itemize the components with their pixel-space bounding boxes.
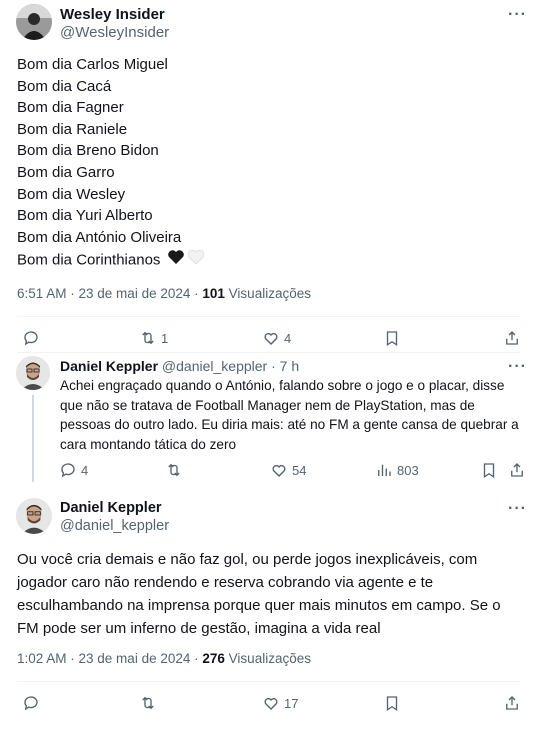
- heart-emoji-icon: [167, 248, 207, 273]
- tweet-line: FM pode ser um inferno de gestão, imagin…: [17, 620, 381, 637]
- tweet-line: Bom dia Carlos Miguel: [17, 56, 168, 73]
- retweet-icon: [142, 696, 154, 710]
- tweet-meta: 1:02 AM · 23 de mai de 2024 · 276 Visual…: [17, 651, 311, 666]
- share-icon: [506, 696, 518, 710]
- reply-icon: [24, 331, 38, 346]
- tweet-line: Bom dia Yuri Alberto: [17, 207, 153, 225]
- more-icon[interactable]: ···: [508, 501, 527, 517]
- bookmark-icon: [483, 463, 495, 479]
- share-button[interactable]: [508, 461, 526, 479]
- timestamp[interactable]: 6:51 AM · 23 de mai de 2024 ·: [17, 286, 202, 301]
- tweet-meta: 6:51 AM · 23 de mai de 2024 · 101 Visual…: [17, 286, 311, 301]
- retweet-button[interactable]: 1: [139, 329, 168, 347]
- reply-count: 4: [81, 462, 89, 478]
- reply-line: Achei engraçado quando o António, faland…: [60, 378, 505, 393]
- retweet-button[interactable]: [165, 461, 183, 479]
- retweet-button[interactable]: [139, 694, 157, 712]
- reply-button[interactable]: [22, 694, 40, 712]
- share-icon: [511, 463, 523, 477]
- tweet-line: Bom dia Breno Bidon: [17, 142, 159, 160]
- bookmark-button[interactable]: [383, 694, 401, 712]
- tweet-line: Bom dia Garro: [17, 163, 115, 181]
- reply-header: Daniel Keppler @daniel_keppler · 7 h: [60, 358, 299, 374]
- avatar-wesley-insider[interactable]: [16, 4, 52, 40]
- reply-icon: [24, 696, 38, 711]
- avatar-daniel-keppler[interactable]: [16, 498, 52, 534]
- like-icon: [264, 697, 278, 710]
- reply-icon: [61, 463, 75, 478]
- share-button[interactable]: [503, 329, 521, 347]
- like-count: 54: [292, 462, 307, 478]
- reply-line: pessoas do outro lado. Eu diria mais: at…: [60, 417, 519, 432]
- views-icon: [378, 464, 391, 476]
- reply-time[interactable]: · 7 h: [271, 358, 299, 374]
- share-button[interactable]: [503, 694, 521, 712]
- tweet-line: esculhambando na imprensa porque quer ma…: [17, 597, 501, 614]
- author-handle[interactable]: @WesleyInsider: [60, 24, 169, 41]
- bookmark-icon: [386, 331, 398, 347]
- reply-author-name[interactable]: Daniel Keppler: [60, 358, 158, 374]
- retweet-icon: [142, 331, 154, 345]
- like-icon: [272, 464, 286, 477]
- reply-text: Achei engraçado quando o António, faland…: [60, 376, 519, 454]
- share-icon: [506, 331, 518, 345]
- like-count: 17: [284, 695, 299, 711]
- tweet-line: Bom dia Raniele: [17, 120, 128, 138]
- like-icon: [264, 332, 278, 345]
- bookmark-icon: [386, 696, 398, 712]
- views-label: Visualizações: [228, 651, 311, 666]
- tweet-line: Bom dia Wesley: [17, 185, 126, 203]
- avatar-daniel-keppler[interactable]: [16, 356, 50, 390]
- tweet-line-text: Bom dia Corinthianos: [17, 251, 161, 269]
- reply-line: cara montando tática do zero: [60, 436, 237, 452]
- views-label: Visualizações: [228, 286, 311, 301]
- timestamp[interactable]: 1:02 AM · 23 de mai de 2024 ·: [17, 651, 202, 666]
- bookmark-button[interactable]: [480, 461, 498, 479]
- tweet-line: Ou você cria demais e não faz gol, ou pe…: [17, 551, 478, 568]
- reply-button[interactable]: 4: [59, 461, 88, 479]
- tweet-text: Ou você cria demais e não faz gol, ou pe…: [17, 548, 501, 640]
- like-count: 4: [284, 330, 292, 346]
- thread-line: [32, 395, 34, 482]
- retweet-icon: [168, 463, 180, 477]
- tweet-text: Bom dia Carlos Miguel Bom dia Cacá Bom d…: [17, 54, 207, 273]
- views-count: 101: [202, 286, 225, 301]
- author-name[interactable]: Wesley Insider: [60, 6, 165, 23]
- reply-author-handle[interactable]: @daniel_keppler: [162, 358, 267, 374]
- more-icon[interactable]: ···: [508, 359, 527, 375]
- divider: [17, 681, 520, 682]
- retweet-count: 1: [161, 330, 169, 346]
- tweet-line: Bom dia Corinthianos: [17, 248, 207, 273]
- tweet-line: jogador caro não rendendo e reserva cobr…: [17, 574, 434, 591]
- views-count: 803: [397, 462, 419, 478]
- tweet-line: Bom dia Cacá: [17, 77, 112, 95]
- more-icon[interactable]: ···: [508, 7, 527, 23]
- bookmark-button[interactable]: [383, 329, 401, 347]
- tweet-line: Bom dia António Oliveira: [17, 228, 182, 246]
- views-count: 276: [202, 651, 225, 666]
- like-button[interactable]: 4: [262, 329, 291, 347]
- like-button[interactable]: 17: [262, 694, 298, 712]
- author-handle[interactable]: @daniel_keppler: [60, 518, 169, 534]
- reply-button[interactable]: [22, 329, 40, 347]
- like-button[interactable]: 54: [270, 461, 306, 479]
- tweet-line: Bom dia Fagner: [17, 99, 124, 117]
- divider: [17, 316, 520, 317]
- views-button[interactable]: 803: [375, 461, 419, 479]
- author-name[interactable]: Daniel Keppler: [60, 500, 162, 516]
- reply-line: que não se tratava de Football Manager n…: [60, 397, 475, 413]
- divider: [17, 352, 520, 353]
